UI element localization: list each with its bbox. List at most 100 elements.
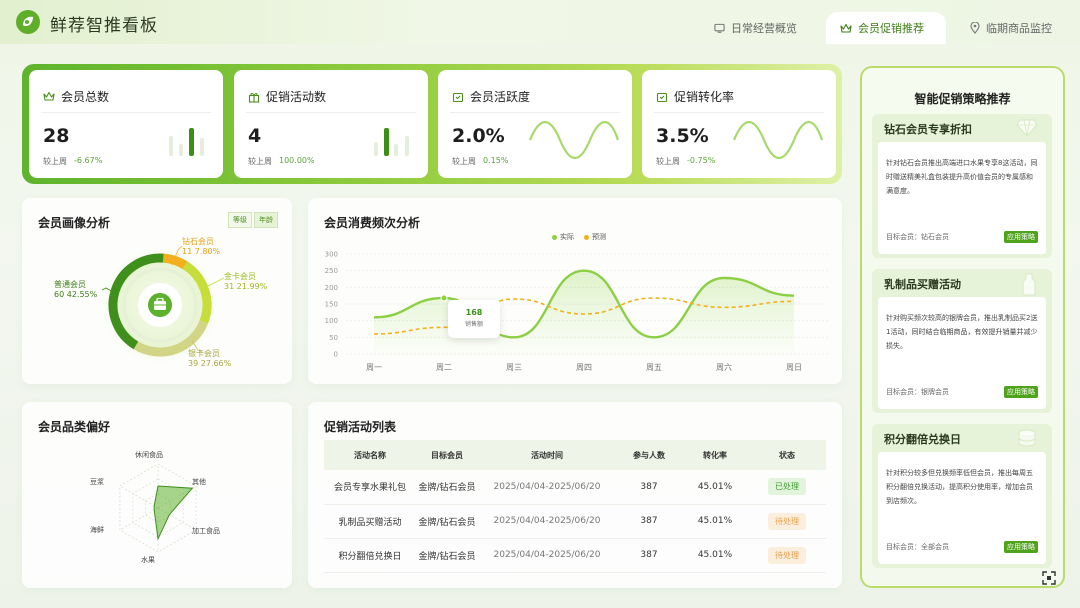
label-gold: 金卡会员 31 21.99% bbox=[224, 272, 267, 292]
kpi-card-promo-conversion: 促销转化率 3.5% 较上周 -0.75% bbox=[642, 70, 836, 178]
strategy-card-body: 针对钻石会员推出高端进口水果专享8这活动，同时赠送精美礼盒包装提升高价值会员的专… bbox=[878, 142, 1046, 254]
monitor-icon bbox=[714, 23, 725, 33]
apply-strategy-button[interactable]: 应用策略 bbox=[1004, 231, 1038, 243]
tab-label: 临期商品监控 bbox=[986, 22, 1052, 35]
cell-status: 已处理 bbox=[748, 470, 826, 505]
kpi-compare-label: 较上周 bbox=[43, 157, 67, 166]
status-badge[interactable]: 已处理 bbox=[768, 478, 806, 496]
diamond-icon bbox=[1016, 119, 1038, 137]
cell-activity-name: 乳制品买赠活动 bbox=[324, 504, 416, 539]
y-tick-label: 150 bbox=[325, 301, 338, 309]
x-tick-label: 周二 bbox=[436, 363, 452, 372]
column-header[interactable]: 活动名称 bbox=[324, 440, 416, 470]
segment-name: 普通会员 bbox=[54, 280, 86, 289]
kpi-header: 会员活跃度 bbox=[452, 88, 530, 105]
fullscreen-icon[interactable] bbox=[1042, 571, 1056, 585]
kpi-title: 促销活动数 bbox=[266, 90, 327, 104]
segment-pct: 7.80% bbox=[194, 247, 221, 256]
coins-icon bbox=[1018, 429, 1036, 447]
column-header[interactable]: 参与人数 bbox=[616, 440, 682, 470]
cell-target: 金牌/钻石会员 bbox=[416, 504, 478, 539]
conversion-icon bbox=[656, 92, 668, 102]
kpi-title: 促销转化率 bbox=[674, 90, 735, 104]
strategy-target: 目标会员：银牌会员 bbox=[886, 388, 949, 396]
column-header[interactable]: 转化率 bbox=[682, 440, 748, 470]
card-title: 促销活动列表 bbox=[324, 420, 397, 434]
tab-expiring-products[interactable]: 临期商品监控 bbox=[956, 12, 1066, 44]
table-row[interactable]: 乳制品买赠活动 金牌/钻石会员 2025/04/04-2025/06/20 38… bbox=[324, 504, 826, 539]
tooltip-label: 销售额 bbox=[464, 321, 483, 328]
strategy-target: 目标会员：全部会员 bbox=[886, 543, 949, 551]
column-header[interactable]: 活动时间 bbox=[478, 440, 616, 470]
kpi-compare-label: 较上周 bbox=[452, 157, 476, 166]
apply-strategy-button[interactable]: 应用策略 bbox=[1004, 541, 1038, 553]
column-header[interactable]: 状态 bbox=[748, 440, 826, 470]
strategy-desc: 针对购买频次较高的银牌会员，推出乳制品买2送1活动，同时结合临期商品，有效提升销… bbox=[886, 314, 1038, 350]
gift-icon bbox=[248, 92, 260, 103]
kpi-delta: 100.00% bbox=[279, 156, 315, 165]
top-bar: 鲜荐智推看板 日常经营概览 会员促销推荐 临期商品监控 bbox=[0, 0, 1080, 44]
kpi-title: 会员总数 bbox=[61, 90, 110, 104]
label-silver: 银卡会员 39 27.66% bbox=[188, 349, 231, 369]
data-point-actual[interactable] bbox=[440, 294, 448, 302]
y-tick-label: 0 bbox=[334, 351, 338, 359]
apply-strategy-button[interactable]: 应用策略 bbox=[1004, 386, 1038, 398]
y-tick-label: 300 bbox=[325, 251, 338, 259]
kpi-header: 促销转化率 bbox=[656, 88, 734, 105]
divider bbox=[450, 112, 620, 113]
divider bbox=[41, 112, 211, 113]
activity-table-card: 促销活动列表 活动名称 目标会员 活动时间 参与人数 转化率 状态 会员专享水果… bbox=[308, 402, 842, 588]
x-tick-label: 周一 bbox=[366, 363, 382, 372]
strategy-desc: 针对积分较多但兑换频率低但会员，推出每周五积分翻倍兑换活动，提高积分使用率，增加… bbox=[886, 469, 1033, 505]
radar-axis-label: 海鲜 bbox=[90, 526, 104, 534]
cell-activity-name: 积分翻倍兑换日 bbox=[324, 538, 416, 573]
kpi-strip: 会员总数 28 较上周 -6.67% 促销活动数 4 较上周 100.00% 会… bbox=[22, 64, 842, 184]
strategy-card-title: 钻石会员专享折扣 bbox=[884, 123, 972, 136]
crown-icon bbox=[43, 91, 55, 101]
tab-daily-overview[interactable]: 日常经营概览 bbox=[700, 12, 811, 44]
location-pin-icon bbox=[970, 22, 980, 34]
segment-pct: 42.55% bbox=[66, 290, 98, 299]
table-row[interactable]: 会员专享水果礼包 金牌/钻石会员 2025/04/04-2025/06/20 3… bbox=[324, 470, 826, 505]
wave-graphic bbox=[528, 120, 620, 160]
kpi-title: 会员活跃度 bbox=[470, 90, 531, 104]
column-header[interactable]: 目标会员 bbox=[416, 440, 478, 470]
strategy-card-dairy: 乳制品买赠活动 针对购买频次较高的银牌会员，推出乳制品买2送1活动，同时结合临期… bbox=[872, 269, 1052, 413]
status-badge[interactable]: 待处理 bbox=[768, 546, 806, 564]
cell-activity-name: 会员专享水果礼包 bbox=[324, 470, 416, 505]
actual-area bbox=[374, 270, 794, 354]
cell-target: 金牌/钻石会员 bbox=[416, 538, 478, 573]
cell-target: 金牌/钻石会员 bbox=[416, 470, 478, 505]
cell-participants: 387 bbox=[616, 470, 682, 505]
radar-axis-label: 豆浆 bbox=[90, 478, 104, 486]
tab-member-promo[interactable]: 会员促销推荐 bbox=[826, 12, 946, 44]
cell-time: 2025/04/04-2025/06/20 bbox=[478, 538, 616, 573]
strategy-desc: 针对钻石会员推出高端进口水果专享8这活动，同时赠送精美礼盒包装提升高价值会员的专… bbox=[886, 159, 1038, 195]
strategy-target: 目标会员：钻石会员 bbox=[886, 233, 949, 241]
radar-data-area bbox=[153, 485, 194, 541]
cell-status: 待处理 bbox=[748, 538, 826, 573]
x-tick-label: 周日 bbox=[786, 363, 802, 372]
kpi-delta: 0.15% bbox=[483, 156, 509, 165]
member-portrait-card: 会员画像分析 等级 年龄 钻石会员 11 7.80% 金卡会员 31 21.99… bbox=[22, 198, 292, 384]
label-diamond: 钻石会员 11 7.80% bbox=[182, 237, 220, 257]
table-header-row: 活动名称 目标会员 活动时间 参与人数 转化率 状态 bbox=[324, 440, 826, 470]
strategy-card-points: 积分翻倍兑换日 针对积分较多但兑换频率低但会员，推出每周五积分翻倍兑换活动，提高… bbox=[872, 424, 1052, 568]
table-row[interactable]: 积分翻倍兑换日 金牌/钻石会员 2025/04/04-2025/06/20 38… bbox=[324, 538, 826, 573]
category-preference-card: 会员品类偏好 休闲食品 其他 加工食品 水果 海鲜 豆浆 bbox=[22, 402, 292, 588]
activity-table: 活动名称 目标会员 活动时间 参与人数 转化率 状态 会员专享水果礼包 金牌/钻… bbox=[324, 440, 826, 573]
cell-time: 2025/04/04-2025/06/20 bbox=[478, 470, 616, 505]
cell-conversion: 45.01% bbox=[682, 470, 748, 505]
segment-name: 钻石会员 bbox=[182, 237, 214, 246]
chart-tooltip: 168 销售额 bbox=[448, 300, 500, 338]
kpi-compare-label: 较上周 bbox=[248, 157, 272, 166]
kpi-header: 促销活动数 bbox=[248, 88, 326, 105]
y-tick-label: 50 bbox=[329, 334, 338, 342]
category-radar-chart bbox=[119, 463, 197, 553]
kpi-card-promo-count: 促销活动数 4 较上周 100.00% bbox=[234, 70, 428, 178]
frequency-line-chart: 0 50 100 150 200 250 300 周一 周二 周三 周四 周五 周六 周日 bbox=[325, 251, 828, 372]
segment-count: 31 bbox=[224, 282, 235, 291]
status-badge[interactable]: 待处理 bbox=[768, 512, 806, 530]
strategy-panel: 智能促销策略推荐 钻石会员专享折扣 针对钻石会员推出高端进口水果专享8这活动，同… bbox=[860, 66, 1065, 588]
radar-axis-label: 加工食品 bbox=[192, 527, 220, 535]
